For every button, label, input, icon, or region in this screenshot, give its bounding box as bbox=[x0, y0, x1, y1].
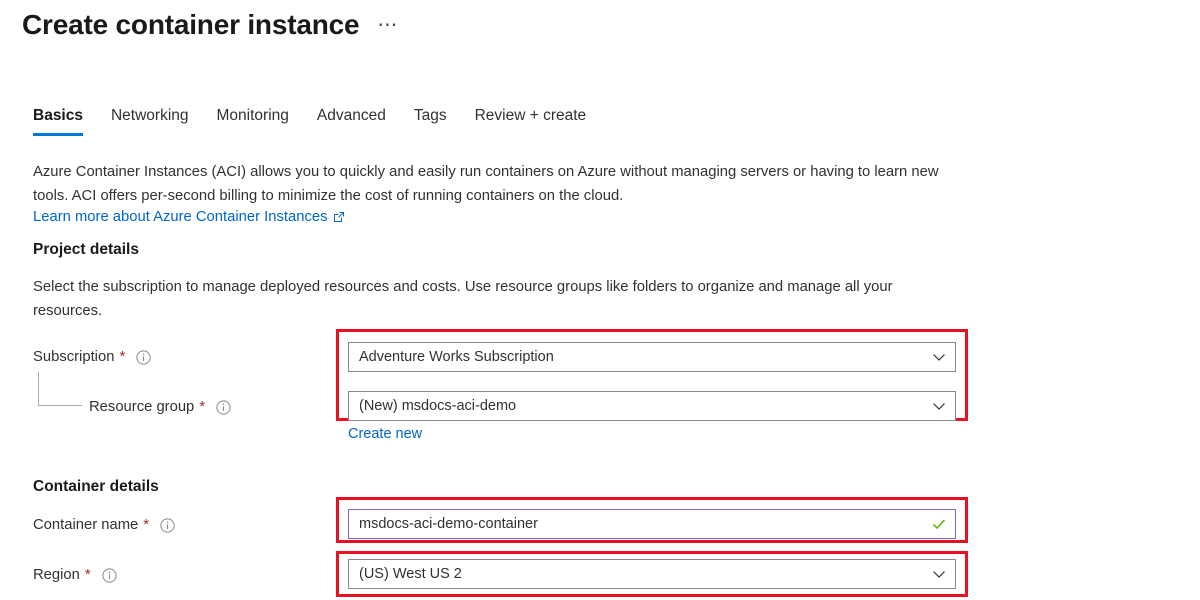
container-name-input[interactable]: msdocs-aci-demo-container bbox=[348, 509, 956, 539]
subscription-dropdown[interactable]: Adventure Works Subscription bbox=[348, 342, 956, 372]
region-dropdown[interactable]: (US) West US 2 bbox=[348, 559, 956, 589]
tab-networking[interactable]: Networking bbox=[97, 106, 203, 136]
region-label-text: Region bbox=[33, 567, 80, 583]
subscription-label: Subscription * bbox=[33, 347, 151, 367]
learn-more-link[interactable]: Learn more about Azure Container Instanc… bbox=[33, 206, 345, 228]
info-icon[interactable] bbox=[216, 399, 231, 415]
info-icon[interactable] bbox=[102, 567, 117, 583]
project-details-heading: Project details bbox=[33, 241, 139, 258]
valid-checkmark-icon bbox=[931, 516, 947, 532]
create-container-instance-page: Create container instance ⋯ Basics Netwo… bbox=[0, 0, 1200, 600]
region-label: Region * bbox=[33, 565, 117, 585]
container-name-label-text: Container name bbox=[33, 517, 139, 533]
container-name-required-marker: * bbox=[143, 516, 150, 533]
container-name-label: Container name * bbox=[33, 515, 175, 535]
project-details-description: Select the subscription to manage deploy… bbox=[33, 279, 893, 319]
subscription-required-marker: * bbox=[119, 348, 126, 365]
tree-connector-line bbox=[38, 372, 82, 406]
region-value: (US) West US 2 bbox=[359, 566, 462, 582]
resource-group-label-text: Resource group bbox=[89, 399, 195, 415]
subscription-value: Adventure Works Subscription bbox=[359, 349, 554, 365]
resource-group-label: Resource group * bbox=[89, 397, 231, 417]
resource-group-dropdown[interactable]: (New) msdocs-aci-demo bbox=[348, 391, 956, 421]
more-options-icon[interactable]: ⋯ bbox=[373, 6, 401, 44]
create-new-resource-group-link[interactable]: Create new bbox=[348, 424, 422, 444]
subscription-label-text: Subscription bbox=[33, 349, 115, 365]
container-details-heading: Container details bbox=[33, 478, 159, 495]
tab-bar: Basics Networking Monitoring Advanced Ta… bbox=[33, 106, 600, 136]
tab-basics[interactable]: Basics bbox=[33, 106, 97, 136]
resource-group-required-marker: * bbox=[199, 398, 206, 415]
region-required-marker: * bbox=[84, 566, 91, 583]
chevron-down-icon bbox=[931, 398, 947, 414]
tab-tags[interactable]: Tags bbox=[400, 106, 461, 136]
resource-group-value: (New) msdocs-aci-demo bbox=[359, 398, 517, 414]
info-icon[interactable] bbox=[160, 517, 175, 533]
container-name-value: msdocs-aci-demo-container bbox=[359, 516, 538, 532]
learn-more-label: Learn more about Azure Container Instanc… bbox=[33, 209, 328, 225]
tab-review-create[interactable]: Review + create bbox=[461, 106, 601, 136]
info-icon[interactable] bbox=[136, 349, 151, 365]
intro-paragraph: Azure Container Instances (ACI) allows y… bbox=[33, 164, 939, 204]
title-row: Create container instance ⋯ bbox=[22, 6, 401, 44]
page-title: Create container instance bbox=[22, 9, 360, 40]
tab-advanced[interactable]: Advanced bbox=[303, 106, 400, 136]
tab-monitoring[interactable]: Monitoring bbox=[203, 106, 303, 136]
external-link-icon bbox=[333, 211, 345, 223]
chevron-down-icon bbox=[931, 566, 947, 582]
chevron-down-icon bbox=[931, 349, 947, 365]
